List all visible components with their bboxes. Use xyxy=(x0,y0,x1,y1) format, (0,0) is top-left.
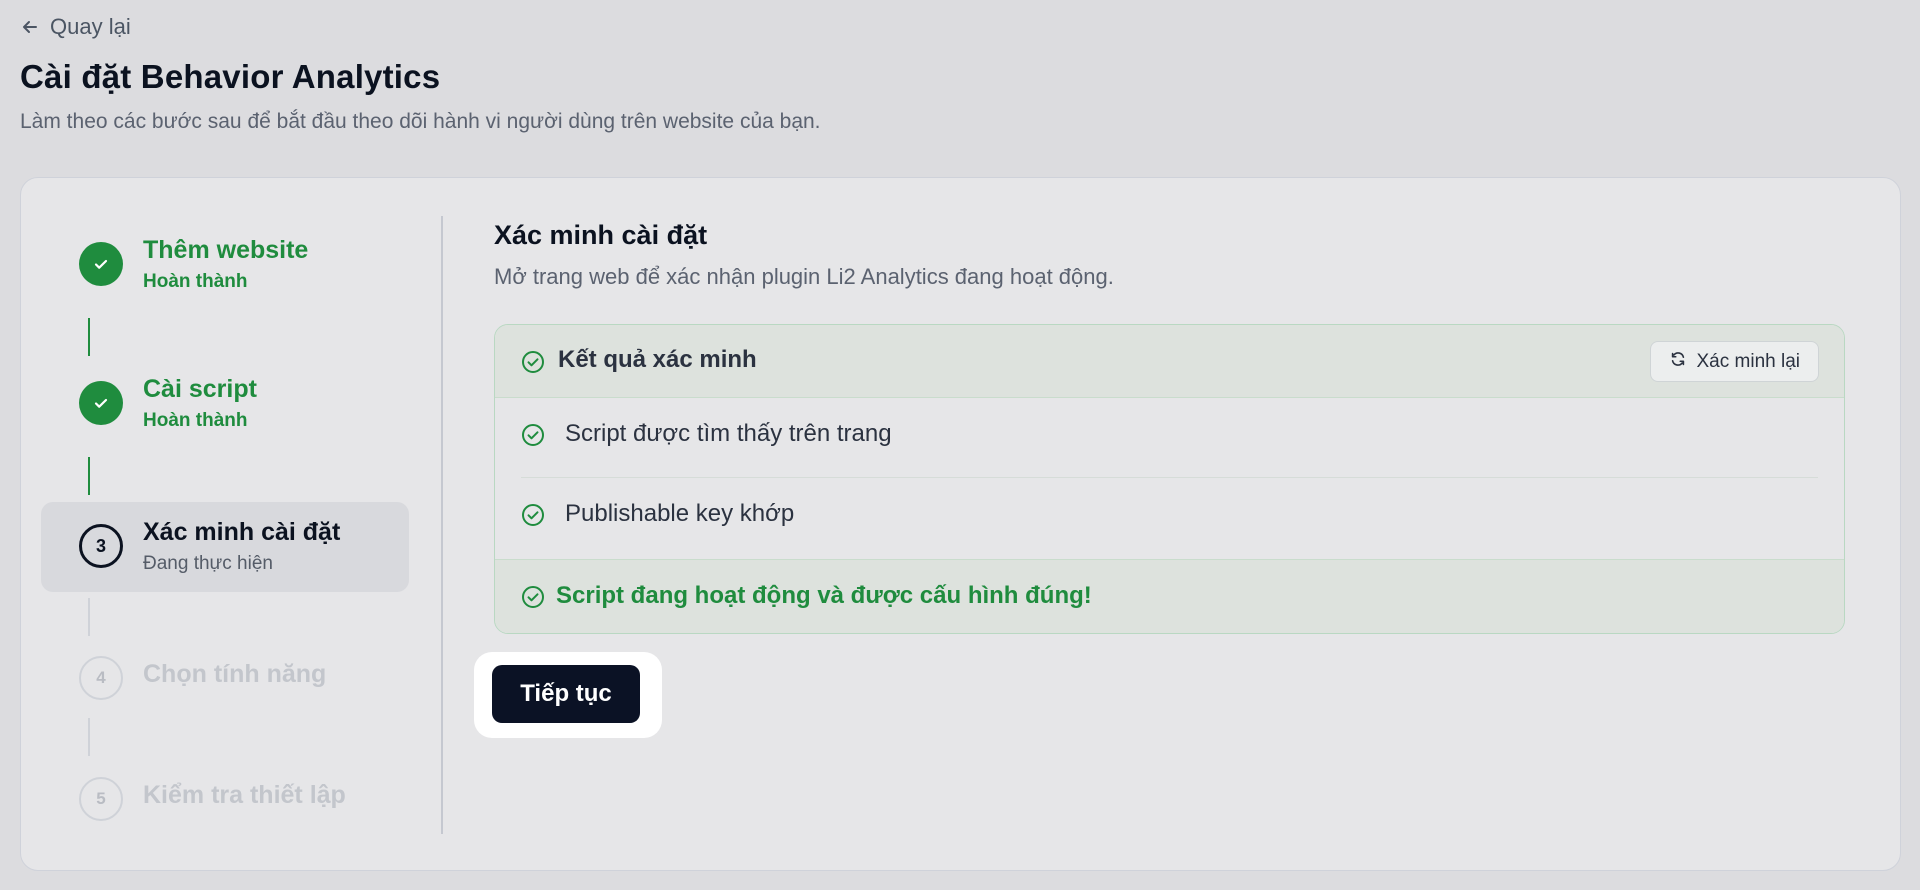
refresh-icon xyxy=(1669,350,1687,374)
step-label: Xác minh cài đặt xyxy=(143,518,341,546)
step-status: Hoàn thành xyxy=(143,410,248,431)
section-description: Mở trang web để xác nhận plugin Li2 Anal… xyxy=(494,264,1114,289)
stepper: Thêm website Hoàn thành Cài script Hoàn … xyxy=(21,178,441,870)
continue-button-focus-ring: Tiếp tục xyxy=(474,652,662,738)
step-label: Kiểm tra thiết lập xyxy=(143,781,346,809)
step-connector xyxy=(88,457,90,495)
step-status: Hoàn thành xyxy=(143,271,248,292)
back-link-label: Quay lại xyxy=(50,14,131,39)
step-number-badge: 4 xyxy=(79,656,123,700)
result-title: Kết quả xác minh xyxy=(558,346,757,373)
arrow-left-icon xyxy=(20,17,40,37)
section-title: Xác minh cài đặt xyxy=(494,220,708,250)
page-title: Cài đặt Behavior Analytics xyxy=(20,58,441,95)
stepper-divider xyxy=(441,216,443,834)
step-label: Chọn tính năng xyxy=(143,660,327,688)
check-item: Publishable key khớp xyxy=(495,478,1844,552)
step-connector xyxy=(88,598,90,636)
check-circle-icon xyxy=(521,503,545,532)
check-icon xyxy=(79,381,123,425)
back-link[interactable]: Quay lại xyxy=(20,12,131,42)
verification-result-panel: Kết quả xác minh Xác minh lại Script đượ… xyxy=(494,324,1845,634)
reverify-button[interactable]: Xác minh lại xyxy=(1649,341,1819,382)
check-item-label: Script được tìm thấy trên trang xyxy=(565,420,892,447)
step-connector xyxy=(88,718,90,756)
reverify-label: Xác minh lại xyxy=(1696,350,1801,372)
step-connector xyxy=(88,318,90,356)
check-circle-icon xyxy=(521,423,545,452)
step-content: Xác minh cài đặt Mở trang web để xác nhậ… xyxy=(474,178,1900,870)
step-label: Thêm website xyxy=(143,236,309,264)
setup-card: Thêm website Hoàn thành Cài script Hoàn … xyxy=(20,177,1901,871)
check-circle-icon xyxy=(521,350,545,379)
step-label: Cài script xyxy=(143,375,257,403)
step-number-badge: 5 xyxy=(79,777,123,821)
continue-button[interactable]: Tiếp tục xyxy=(492,665,640,723)
page-subtitle: Làm theo các bước sau để bắt đầu theo dõ… xyxy=(20,110,821,133)
check-circle-icon xyxy=(521,585,545,614)
page: Quay lại Cài đặt Behavior Analytics Làm … xyxy=(0,0,1920,890)
check-item-label: Publishable key khớp xyxy=(565,500,795,527)
result-summary-text: Script đang hoạt động và được cấu hình đ… xyxy=(556,582,1092,609)
result-header: Kết quả xác minh Xác minh lại xyxy=(495,325,1844,398)
step-number-badge: 3 xyxy=(79,524,123,568)
check-item: Script được tìm thấy trên trang xyxy=(495,398,1844,472)
check-icon xyxy=(79,242,123,286)
result-summary: Script đang hoạt động và được cấu hình đ… xyxy=(495,559,1844,633)
step-status: Đang thực hiện xyxy=(143,553,273,574)
